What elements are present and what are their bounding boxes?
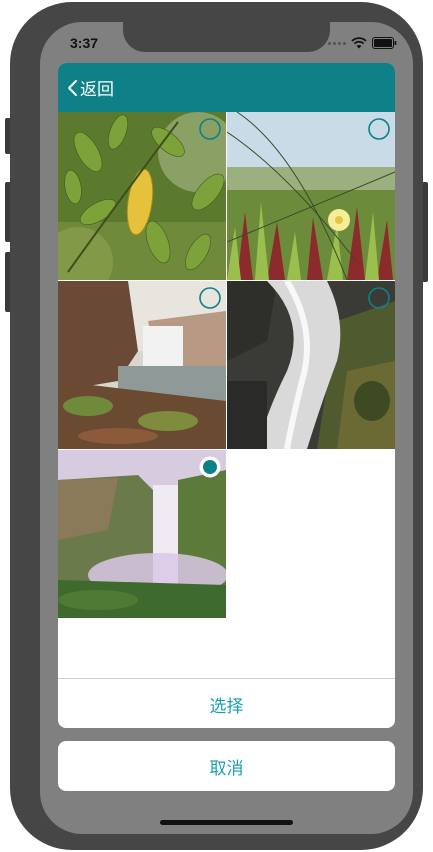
chevron-left-icon xyxy=(68,79,77,96)
selected-check-icon[interactable] xyxy=(199,456,221,478)
signal-icon xyxy=(328,41,346,45)
select-circle-icon[interactable] xyxy=(199,287,221,309)
photo-waterfall-cliffs[interactable] xyxy=(58,281,226,449)
phone-frame: 3:37 返回 选择 取消 xyxy=(10,2,423,850)
navigation-bar: 返回 xyxy=(58,63,395,112)
select-circle-icon[interactable] xyxy=(368,287,390,309)
cancel-button[interactable]: 取消 xyxy=(58,741,395,791)
wifi-icon xyxy=(351,37,367,49)
home-indicator[interactable] xyxy=(160,820,293,825)
notch xyxy=(123,22,330,52)
photo-ice-plant-flower[interactable] xyxy=(227,112,395,280)
back-label: 返回 xyxy=(80,80,114,100)
screen: 3:37 返回 选择 取消 xyxy=(40,22,413,834)
photo-leaves[interactable] xyxy=(58,112,226,280)
select-circle-icon[interactable] xyxy=(368,118,390,140)
status-time: 3:37 xyxy=(70,35,99,51)
photo-misty-waterfall[interactable] xyxy=(58,450,226,618)
photo-waterfall-long-exposure[interactable] xyxy=(227,281,395,449)
photo-picker-sheet: 返回 选择 xyxy=(58,63,395,728)
select-circle-icon[interactable] xyxy=(199,118,221,140)
battery-icon xyxy=(372,37,397,49)
select-button[interactable]: 选择 xyxy=(58,678,395,728)
status-icons xyxy=(328,36,397,50)
back-button[interactable]: 返回 xyxy=(66,63,114,112)
